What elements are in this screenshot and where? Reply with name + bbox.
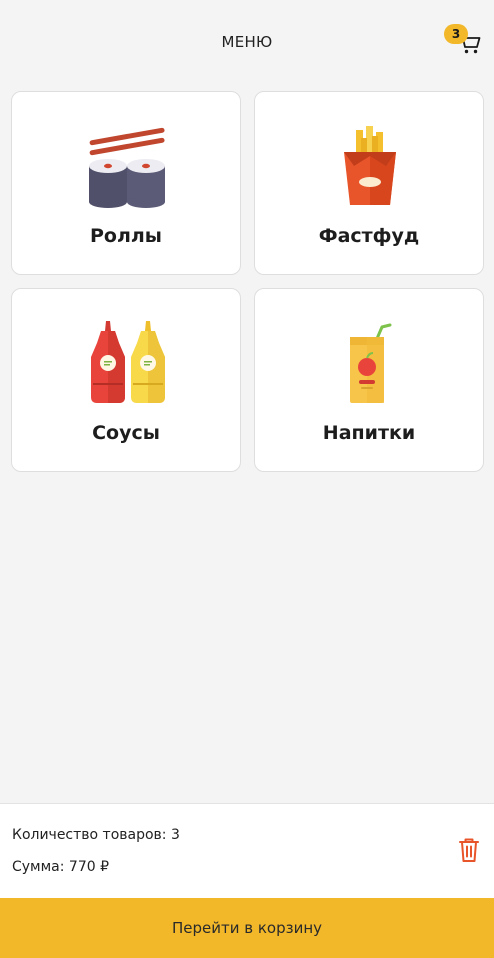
cart-count-badge: 3 [444,24,468,44]
cart-button[interactable]: 3 [444,24,484,60]
order-sum-text: Сумма: 770 ₽ [12,859,110,875]
sushi-rolls-icon [89,127,165,208]
items-count-text: Количество товаров: 3 [12,827,180,843]
page-title: МЕНЮ [221,33,273,51]
category-label: Фастфуд [318,225,420,247]
clear-cart-button[interactable] [456,836,482,864]
french-fries-icon [344,126,396,205]
category-card-sauces[interactable]: Соусы [11,288,241,472]
checkout-button[interactable]: Перейти в корзину [0,898,494,958]
header: МЕНЮ 3 [0,0,494,80]
category-label: Соусы [92,422,160,444]
category-label: Роллы [90,225,162,247]
category-card-drinks[interactable]: Напитки [254,288,484,472]
category-card-fastfood[interactable]: Фастфуд [254,91,484,275]
category-label: Напитки [322,422,416,444]
juice-box-icon [350,323,392,403]
sauce-bottles-icon [91,321,165,403]
order-summary: Количество товаров: 3 Сумма: 770 ₽ [0,803,494,898]
category-card-rolls[interactable]: Роллы [11,91,241,275]
trash-icon [459,838,479,862]
